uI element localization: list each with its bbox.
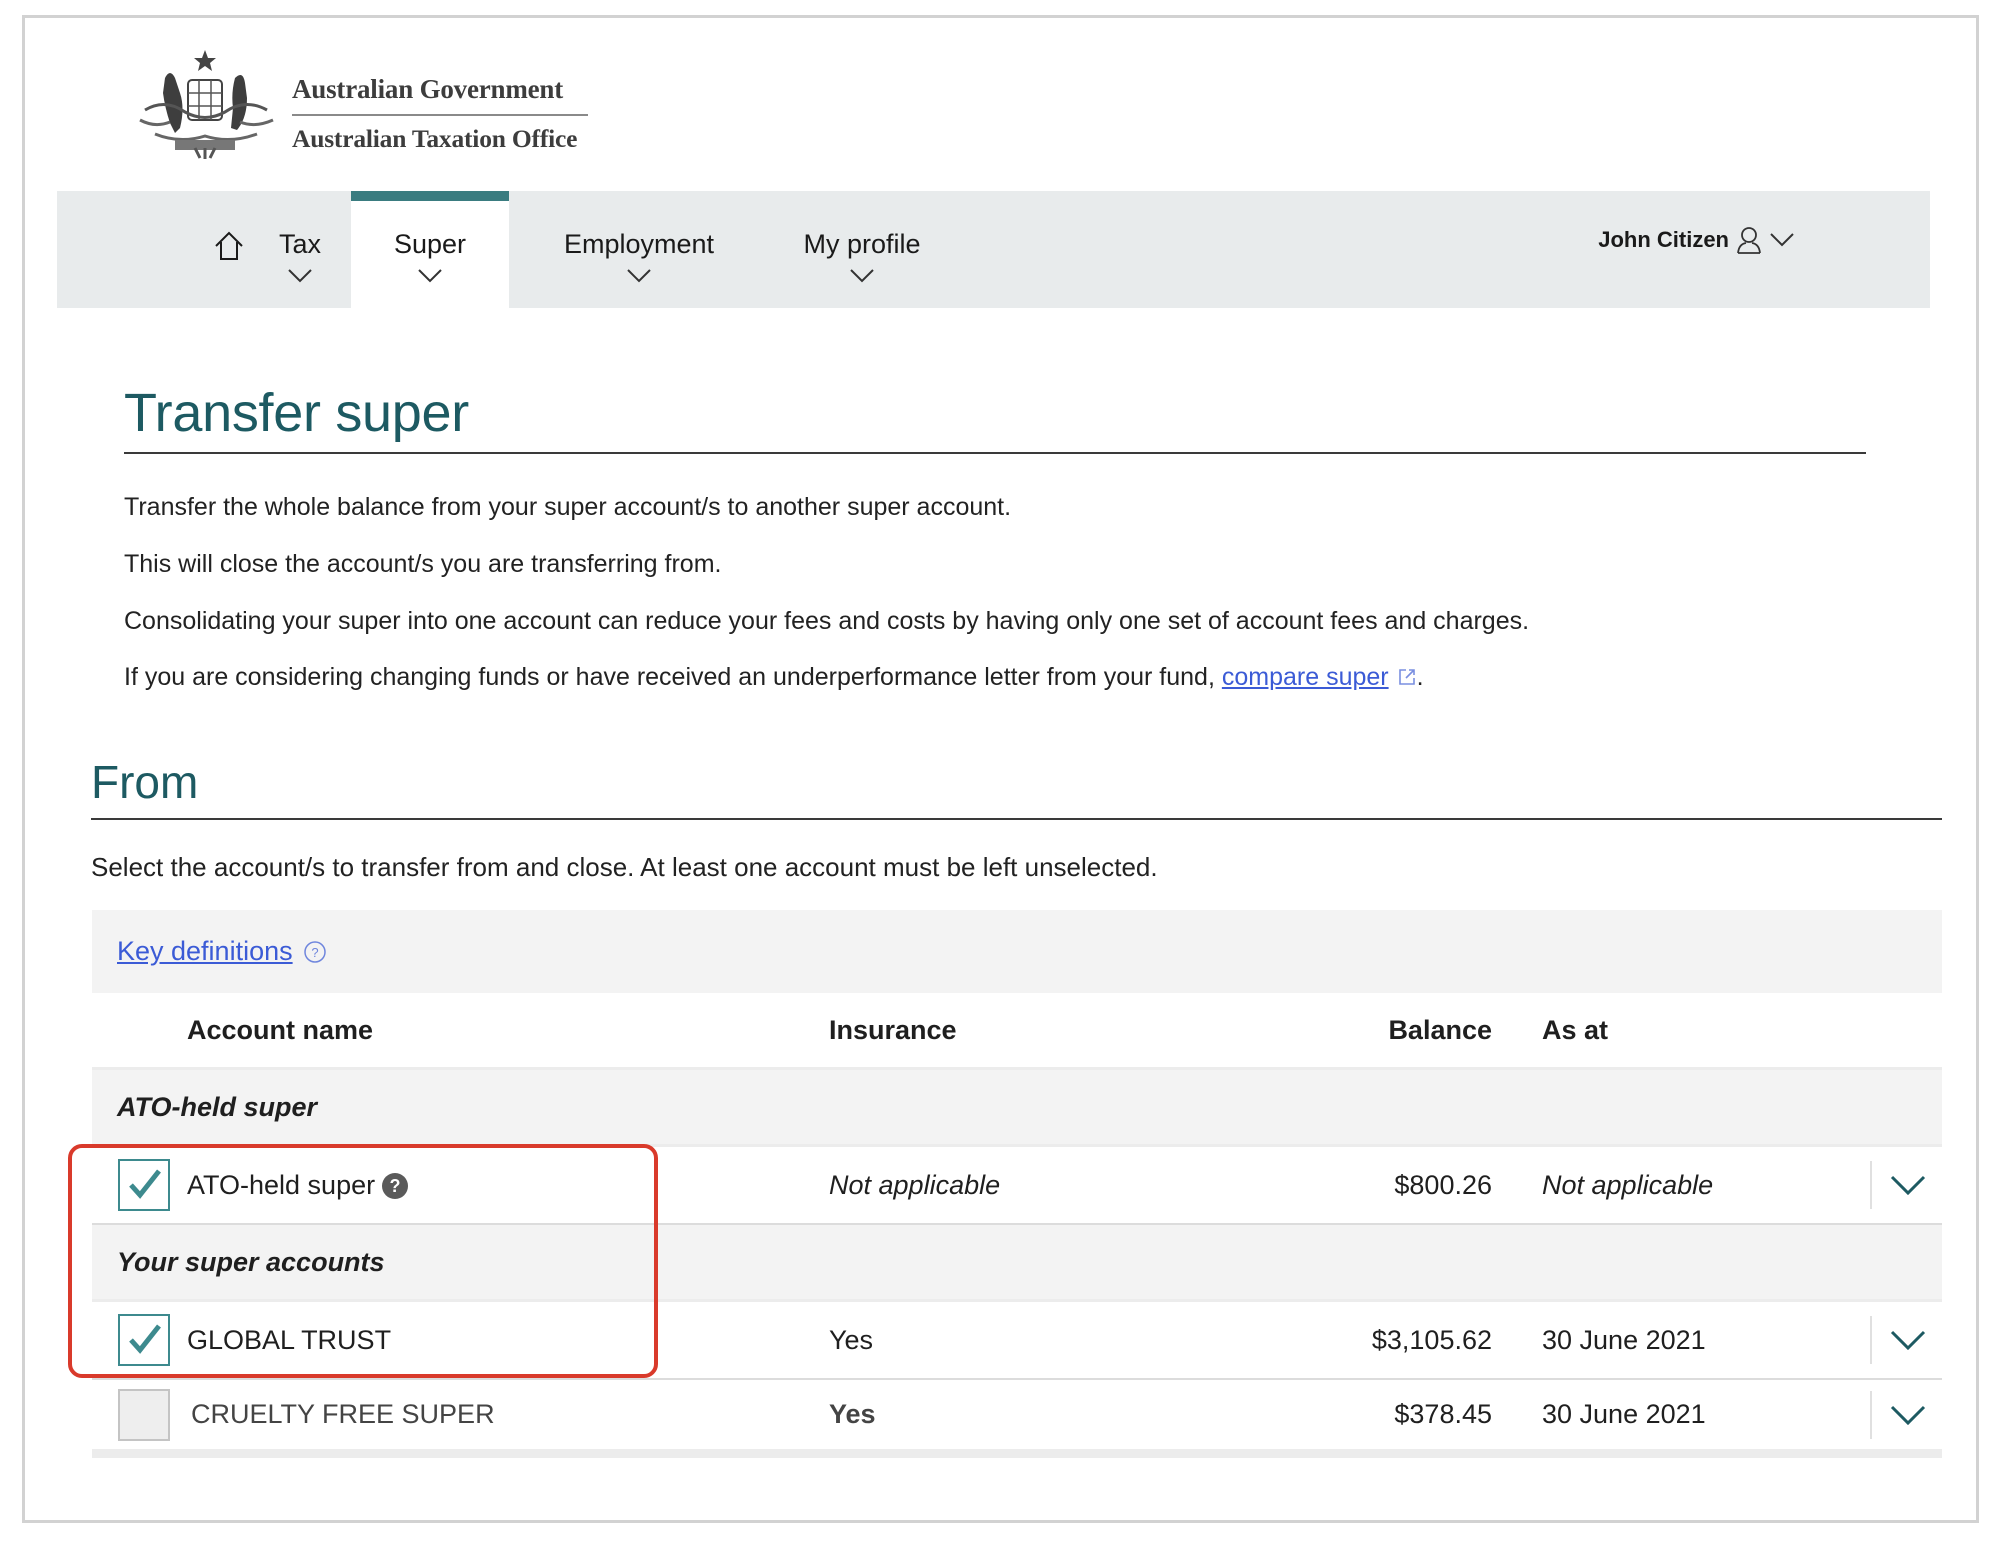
group-label: Your super accounts (117, 1246, 385, 1277)
col-balance: Balance (1388, 1014, 1492, 1045)
nav-tab-label: Employment (563, 229, 715, 259)
compare-paragraph: If you are considering changing funds or… (124, 663, 1424, 692)
agency-name: Australian Government Australian Taxatio… (292, 74, 588, 154)
user-name: John Citizen (1598, 227, 1729, 252)
svg-text:?: ? (311, 945, 318, 960)
account-name: GLOBAL TRUST (187, 1324, 392, 1355)
user-icon (1737, 227, 1761, 254)
main-nav: Tax Super Employment My profile John Cit… (57, 191, 1930, 308)
chevron-down-icon (1890, 1330, 1926, 1350)
group-label: ATO-held super (117, 1091, 318, 1122)
checkmark-icon (129, 1324, 161, 1354)
svg-text:?: ? (390, 1176, 401, 1196)
insurance-value: Yes (829, 1324, 874, 1355)
expand-row-button[interactable] (1870, 1316, 1942, 1364)
account-name: CRUELTY FREE SUPER (191, 1399, 495, 1429)
intro-paragraph: Consolidating your super into one accoun… (124, 607, 1530, 635)
ato-name: Australian Taxation Office (292, 124, 578, 153)
from-instruction: Select the account/s to transfer from an… (91, 852, 1158, 882)
key-definitions-link[interactable]: Key definitions (117, 936, 293, 967)
title-divider (124, 452, 1866, 454)
table-header-row: Account name Insurance Balance As at (92, 993, 1942, 1070)
coat-of-arms-logo (139, 50, 274, 159)
group-header: Your super accounts (92, 1225, 1942, 1302)
external-link-icon (1398, 669, 1415, 685)
gov-name: Australian Government (292, 74, 588, 116)
account-checkbox[interactable] (118, 1314, 170, 1366)
as-at-value: 30 June 2021 (1542, 1399, 1706, 1429)
balance-value: $3,105.62 (1371, 1324, 1492, 1355)
help-circle-icon[interactable]: ? (303, 940, 327, 964)
expand-row-button[interactable] (1870, 1390, 1942, 1439)
account-checkbox[interactable] (118, 1388, 170, 1441)
account-checkbox[interactable] (118, 1159, 170, 1211)
compare-super-link[interactable]: compare super (1222, 663, 1389, 691)
nav-tab-super[interactable]: Super (351, 191, 509, 308)
key-definitions-bar: Key definitions ? (92, 910, 1942, 993)
page-title: Transfer super (124, 383, 469, 443)
group-header: ATO-held super (92, 1070, 1942, 1147)
as-at-value: 30 June 2021 (1542, 1324, 1706, 1355)
nav-tab-my-profile[interactable]: My profile (772, 191, 952, 308)
expand-row-button[interactable] (1870, 1161, 1942, 1209)
intro-paragraph: This will close the account/s you are tr… (124, 550, 722, 578)
table-row: ATO-held super? Not applicable $800.26 N… (92, 1147, 1942, 1225)
compare-suffix: . (1416, 663, 1424, 691)
col-insurance: Insurance (829, 1014, 957, 1045)
col-as-at: As at (1542, 1014, 1609, 1045)
chevron-down-icon (627, 269, 651, 283)
nav-tab-label: Super (393, 229, 467, 259)
from-divider (91, 818, 1942, 820)
checkmark-icon (129, 1169, 161, 1199)
insurance-value: Yes (829, 1399, 876, 1429)
nav-tab-label: Tax (278, 229, 322, 259)
accounts-table: Key definitions ? Account name Insurance… (92, 910, 1942, 1458)
account-name-text: ATO-held super (187, 1169, 376, 1200)
from-heading: From (91, 756, 199, 808)
user-menu[interactable]: John Citizen (1598, 225, 1795, 255)
chevron-down-icon (288, 269, 312, 283)
chevron-down-icon (850, 269, 874, 283)
chevron-down-icon (1890, 1175, 1926, 1195)
account-name: ATO-held super? (187, 1170, 409, 1201)
home-icon[interactable] (212, 229, 246, 263)
intro-paragraph: Transfer the whole balance from your sup… (124, 493, 1012, 521)
balance-value: $378.45 (1394, 1399, 1492, 1429)
balance-value: $800.26 (1394, 1169, 1492, 1200)
insurance-value: Not applicable (829, 1169, 1001, 1200)
compare-text: If you are considering changing funds or… (124, 663, 1222, 691)
chevron-down-icon (1890, 1405, 1926, 1425)
col-account-name: Account name (187, 1014, 374, 1045)
nav-tab-label: My profile (803, 229, 921, 259)
table-row: CRUELTY FREE SUPER Yes $378.45 30 June 2… (92, 1380, 1942, 1458)
nav-tab-employment[interactable]: Employment (539, 191, 739, 308)
chevron-down-icon (418, 269, 442, 283)
chevron-down-icon (1770, 233, 1794, 247)
table-row: GLOBAL TRUST Yes $3,105.62 30 June 2021 (92, 1302, 1942, 1380)
nav-tab-tax[interactable]: Tax (252, 191, 348, 308)
help-icon[interactable]: ? (381, 1172, 409, 1200)
as-at-value: Not applicable (1542, 1169, 1714, 1200)
